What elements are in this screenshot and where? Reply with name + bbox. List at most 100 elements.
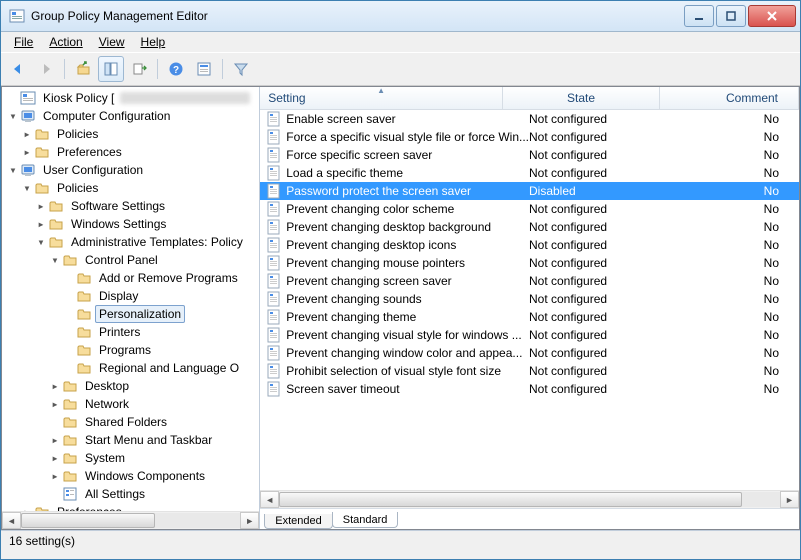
expand-toggle-icon[interactable]: ▸ [48,380,62,392]
forward-button[interactable] [33,56,59,82]
tree-item[interactable]: ▸Network [6,395,259,413]
tree-item[interactable]: ▸Windows Components [6,467,259,485]
filter-button[interactable] [228,56,254,82]
scroll-track[interactable] [279,492,780,507]
properties-button[interactable] [191,56,217,82]
folder-icon [34,504,50,511]
expand-toggle-icon[interactable]: ▾ [20,182,34,194]
cell-comment: No [669,256,799,270]
expand-toggle-icon[interactable]: ▾ [34,236,48,248]
setting-icon [266,273,282,289]
tree-item[interactable]: ▸Preferences [6,143,259,161]
list-row[interactable]: Prevent changing themeNot configuredNo [260,308,799,326]
tree-toggle-button[interactable] [98,56,124,82]
tree-item[interactable]: ▸Policies [6,125,259,143]
tree-item[interactable]: ▸Software Settings [6,197,259,215]
list-row[interactable]: Load a specific themeNot configuredNo [260,164,799,182]
tree-item[interactable]: ▾Policies [6,179,259,197]
tree-item[interactable]: ▾Computer Configuration [6,107,259,125]
expand-toggle-icon[interactable]: ▾ [6,164,20,176]
up-button[interactable] [70,56,96,82]
expand-toggle-icon[interactable]: ▸ [34,218,48,230]
list-row[interactable]: Prevent changing color schemeNot configu… [260,200,799,218]
list-row[interactable]: Password protect the screen saverDisable… [260,182,799,200]
expand-toggle-icon[interactable]: ▸ [20,146,34,158]
expand-toggle-icon[interactable]: ▾ [48,254,62,266]
list-body[interactable]: Enable screen saverNot configuredNoForce… [260,110,799,490]
scroll-thumb[interactable] [279,492,742,507]
toolbar-separator [222,59,223,79]
list-row[interactable]: Prevent changing soundsNot configuredNo [260,290,799,308]
tree-item[interactable]: Printers [6,323,259,341]
list-row[interactable]: Prevent changing desktop iconsNot config… [260,236,799,254]
tree-item[interactable]: Kiosk Policy [ [6,89,259,107]
list-row[interactable]: Prevent changing window color and appea.… [260,344,799,362]
tree-item[interactable]: ▸Preferences [6,503,259,511]
minimize-button[interactable] [684,5,714,27]
menu-view[interactable]: View [92,33,132,51]
setting-icon [266,165,282,181]
expand-toggle-icon[interactable]: ▸ [48,452,62,464]
scroll-right-button[interactable]: ► [240,512,259,529]
titlebar[interactable]: Group Policy Management Editor [1,1,800,32]
list-row[interactable]: Screen saver timeoutNot configuredNo [260,380,799,398]
menu-action[interactable]: Action [42,33,89,51]
app-icon [9,8,25,24]
tree-hscrollbar[interactable]: ◄ ► [2,511,259,529]
expand-toggle-icon[interactable]: ▾ [6,110,20,122]
tree-item[interactable]: ▸Windows Settings [6,215,259,233]
list-row[interactable]: Prevent changing mouse pointersNot confi… [260,254,799,272]
list-row[interactable]: Enable screen saverNot configuredNo [260,110,799,128]
tab-standard[interactable]: Standard [332,512,399,528]
column-header-comment[interactable]: Comment [660,87,799,109]
column-header-setting[interactable]: Setting▲ [260,87,503,109]
root-icon [20,90,36,106]
app-window: Group Policy Management Editor File Acti… [0,0,801,560]
back-button[interactable] [5,56,31,82]
scroll-right-button[interactable]: ► [780,491,799,508]
list-row[interactable]: Prevent changing visual style for window… [260,326,799,344]
toolbar: ? [1,52,800,86]
close-button[interactable] [748,5,796,27]
tree-item[interactable]: All Settings [6,485,259,503]
menu-help[interactable]: Help [134,33,173,51]
tree-item[interactable]: ▸System [6,449,259,467]
help-button[interactable]: ? [163,56,189,82]
list-hscrollbar[interactable]: ◄ ► [260,490,799,508]
scroll-track[interactable] [21,513,240,528]
tab-extended[interactable]: Extended [264,514,332,529]
tree-item-label: Control Panel [81,251,162,269]
expand-toggle-icon[interactable]: ▸ [20,128,34,140]
tree-item[interactable]: ▾ Control Panel [6,251,259,269]
tree-item[interactable]: Add or Remove Programs [6,269,259,287]
tree-item[interactable]: ▸Start Menu and Taskbar [6,431,259,449]
column-header-state[interactable]: State [503,87,660,109]
expand-toggle-icon[interactable]: ▸ [48,398,62,410]
expand-toggle-icon[interactable]: ▸ [48,470,62,482]
scroll-left-button[interactable]: ◄ [2,512,21,529]
tree-item[interactable]: Regional and Language O [6,359,259,377]
setting-icon [266,363,282,379]
tree-item[interactable]: ▾User Configuration [6,161,259,179]
tree-item[interactable]: ▸Desktop [6,377,259,395]
tree-item[interactable]: Programs [6,341,259,359]
tree-item[interactable]: Shared Folders [6,413,259,431]
tree-view[interactable]: Kiosk Policy [▾Computer Configuration▸Po… [2,87,259,511]
scroll-thumb[interactable] [21,513,155,528]
list-row[interactable]: Prevent changing screen saverNot configu… [260,272,799,290]
scroll-left-button[interactable]: ◄ [260,491,279,508]
list-row[interactable]: Force a specific visual style file or fo… [260,128,799,146]
tree-item[interactable]: ▾Administrative Templates: Policy [6,233,259,251]
menu-file[interactable]: File [7,33,40,51]
export-button[interactable] [126,56,152,82]
tree-item[interactable]: Display [6,287,259,305]
list-row[interactable]: Prevent changing desktop backgroundNot c… [260,218,799,236]
tree-item[interactable]: Personalization [6,305,259,323]
maximize-button[interactable] [716,5,746,27]
list-row[interactable]: Force specific screen saverNot configure… [260,146,799,164]
list-header: Setting▲ State Comment [260,87,799,110]
list-row[interactable]: Prohibit selection of visual style font … [260,362,799,380]
expand-toggle-icon[interactable]: ▸ [48,434,62,446]
cell-setting: Prevent changing window color and appea.… [286,346,529,360]
expand-toggle-icon[interactable]: ▸ [34,200,48,212]
